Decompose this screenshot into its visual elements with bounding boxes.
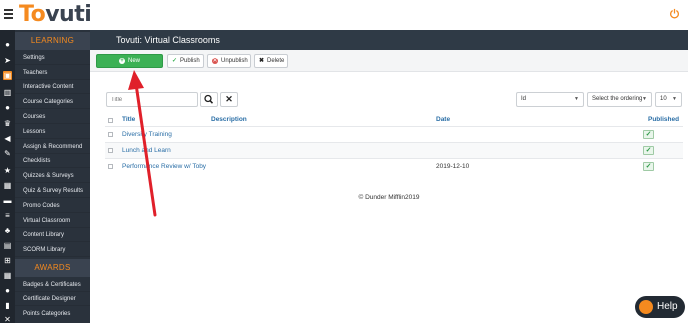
- delete-button-label: Delete: [267, 58, 285, 64]
- toolbar: + New ✓ Publish ✕ Unpublish ✖ Delete: [90, 50, 688, 72]
- published-toggle[interactable]: ✓: [643, 130, 654, 139]
- unpublish-button-label: Unpublish: [221, 58, 248, 64]
- sidebar-item-interactive-content[interactable]: Interactive Content: [15, 80, 90, 94]
- wrench-icon[interactable]: ✎: [3, 149, 12, 158]
- column-header-date[interactable]: Date: [436, 114, 450, 126]
- sidebar-item-virtual-classroom[interactable]: Virtual Classroom: [15, 214, 90, 228]
- close-icon: ✕: [225, 94, 233, 104]
- sidebar-item-promo-codes[interactable]: Promo Codes: [15, 199, 90, 213]
- limit-select[interactable]: 10 ▼: [655, 92, 682, 107]
- help-avatar-icon: [639, 300, 653, 314]
- publish-button[interactable]: ✓ Publish: [167, 54, 204, 68]
- chevron-down-icon: ▼: [642, 96, 647, 102]
- tovuti-logo[interactable]: To vuti: [19, 1, 92, 27]
- sidebar-section-awards: AWARDS: [15, 259, 90, 277]
- sidebar-item-course-categories[interactable]: Course Categories: [15, 95, 90, 109]
- sidebar-item-courses[interactable]: Courses: [15, 110, 90, 124]
- row-title-link[interactable]: Lunch and Learn: [122, 143, 171, 159]
- chevron-down-icon: ▼: [574, 96, 579, 102]
- published-toggle[interactable]: ✓: [643, 146, 654, 155]
- sitemap-icon[interactable]: ♣: [3, 226, 12, 235]
- sidebar-item-checklists[interactable]: Checklists: [15, 154, 90, 168]
- sort-field-value: Id: [521, 96, 527, 102]
- sidebar-item-settings[interactable]: Settings: [15, 51, 90, 65]
- sidebar-item-assign-recommend[interactable]: Assign & Recommend: [15, 140, 90, 154]
- ordering-select[interactable]: Select the ordering ▼: [587, 92, 652, 107]
- logo-text-main: vuti: [45, 1, 92, 27]
- table-row: Lunch and Learn ✓: [105, 142, 683, 158]
- trophy-icon[interactable]: ♛: [3, 119, 12, 128]
- column-header-published[interactable]: Published: [648, 114, 679, 126]
- unpublish-icon: ✕: [212, 58, 218, 64]
- sidebar-section-learning: LEARNING: [15, 32, 90, 50]
- page-title: Tovuti: Virtual Classrooms: [90, 30, 688, 50]
- row-checkbox[interactable]: [108, 164, 113, 169]
- unpublish-button[interactable]: ✕ Unpublish: [207, 54, 251, 68]
- column-header-description[interactable]: Description: [211, 114, 247, 126]
- users-icon[interactable]: ●: [3, 103, 12, 112]
- published-toggle[interactable]: ✓: [643, 162, 654, 171]
- classrooms-table: Title Description Date Published Diversi…: [105, 114, 683, 174]
- sidebar-item-scorm-library[interactable]: SCORM Library: [15, 243, 90, 257]
- row-checkbox[interactable]: [108, 132, 113, 137]
- limit-value: 10: [660, 96, 667, 102]
- table-row: Diversity Training ✓: [105, 126, 683, 142]
- new-button[interactable]: + New: [96, 54, 163, 68]
- sidebar-item-teachers[interactable]: Teachers: [15, 66, 90, 80]
- book-icon[interactable]: ▮: [3, 301, 12, 310]
- card-icon[interactable]: ▬: [3, 196, 12, 205]
- ordering-value: Select the ordering: [592, 96, 643, 102]
- sidebar-item-quizzes-surveys[interactable]: Quizzes & Surveys: [15, 169, 90, 183]
- row-title-link[interactable]: Diversity Training: [122, 127, 172, 143]
- sidebar-item-points-categories[interactable]: Points Categories: [15, 307, 90, 321]
- list-icon[interactable]: ≡: [3, 211, 12, 220]
- sidebar: LEARNING Settings Teachers Interactive C…: [15, 30, 90, 323]
- chart-icon[interactable]: ▥: [3, 88, 12, 97]
- icon-rail: ● ➤ ▣ ▥ ● ♛ ◀ ✎ ★ ▦ ▬ ≡ ♣ ▤ ⊞ ▦ ● ▮ ✕: [0, 30, 15, 324]
- top-bar: To vuti: [0, 0, 688, 30]
- sidebar-item-content-library[interactable]: Content Library: [15, 228, 90, 242]
- comments-icon[interactable]: ●: [3, 286, 12, 295]
- clear-search-button[interactable]: ✕: [220, 92, 238, 107]
- cart-icon[interactable]: ⊞: [3, 256, 12, 265]
- row-checkbox[interactable]: [108, 148, 113, 153]
- main-content: Tovuti: Virtual Classrooms + New ✓ Publish…: [90, 30, 688, 323]
- search-icon: [204, 94, 214, 104]
- search-input[interactable]: [106, 92, 198, 107]
- table-header: Title Description Date Published: [105, 114, 683, 126]
- id-card-icon[interactable]: ▤: [3, 241, 12, 250]
- calendar-icon[interactable]: ▦: [3, 271, 12, 280]
- power-icon[interactable]: [669, 8, 680, 19]
- new-button-label: New: [127, 58, 140, 64]
- sidebar-item-quiz-survey-results[interactable]: Quiz & Survey Results: [15, 184, 90, 198]
- grid-icon[interactable]: ▦: [3, 181, 12, 190]
- delete-icon: ✖: [259, 58, 265, 64]
- select-all-checkbox[interactable]: [108, 118, 113, 123]
- column-header-title[interactable]: Title: [122, 114, 135, 126]
- sidebar-item-lessons[interactable]: Lessons: [15, 125, 90, 139]
- sidebar-item-certificate-designer[interactable]: Certificate Designer: [15, 292, 90, 306]
- check-icon: ✓: [172, 58, 178, 64]
- star-icon[interactable]: ★: [3, 166, 12, 175]
- delete-button[interactable]: ✖ Delete: [254, 54, 288, 68]
- rocket-icon[interactable]: ➤: [3, 56, 12, 65]
- sort-field-select[interactable]: Id ▼: [516, 92, 584, 107]
- learning-icon[interactable]: ▣: [3, 71, 12, 80]
- help-label: Help: [657, 301, 678, 312]
- dashboard-icon[interactable]: ●: [3, 40, 12, 49]
- help-button[interactable]: Help: [635, 296, 685, 318]
- hamburger-menu-icon[interactable]: [4, 9, 13, 19]
- logo-text-accent: To: [19, 1, 46, 27]
- publish-button-label: Publish: [180, 58, 200, 64]
- plus-icon: +: [118, 58, 125, 64]
- sidebar-item-badges-certificates[interactable]: Badges & Certificates: [15, 278, 90, 292]
- chevron-down-icon: ▼: [672, 96, 677, 102]
- footer-copyright: © Dunder Mifflin2019: [358, 194, 420, 201]
- row-date: 2019-12-10: [436, 163, 470, 170]
- search-button[interactable]: [200, 92, 218, 107]
- table-row: Performance Review w/ Toby 2019-12-10 ✓: [105, 158, 683, 174]
- megaphone-icon[interactable]: ◀: [3, 134, 12, 143]
- row-title-link[interactable]: Performance Review w/ Toby: [122, 159, 206, 175]
